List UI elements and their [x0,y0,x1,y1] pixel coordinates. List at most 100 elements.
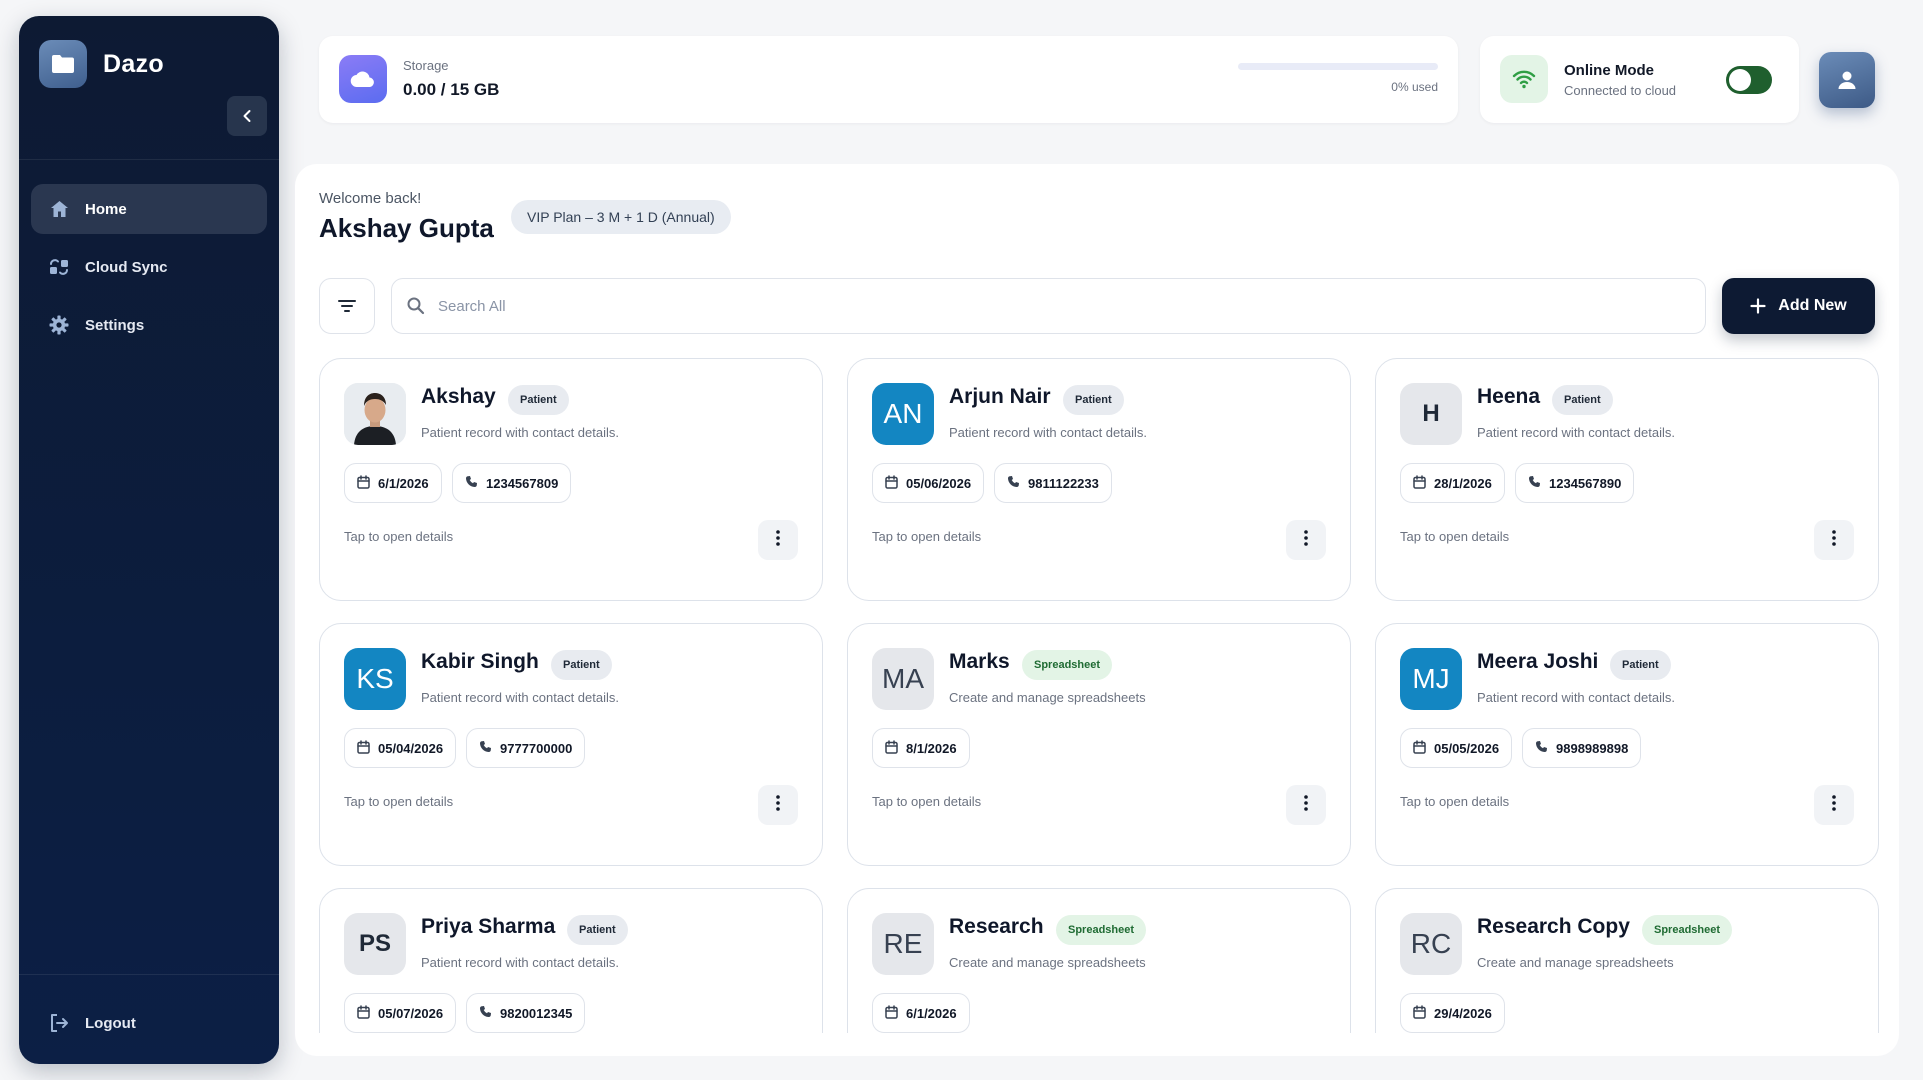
records-grid: Akshay Patient Patient record with contact… [319,358,1879,1033]
storage-label: Storage [403,58,449,73]
chevron-left-icon [243,110,251,122]
sidebar-divider [19,159,279,160]
record-date: 05/04/2026 [378,740,444,756]
sidebar-item-home[interactable]: Home [31,184,267,234]
sidebar-item-label: Cloud Sync [85,258,168,276]
date-chip: 05/04/2026 [344,728,457,768]
date-chip: 6/1/2026 [872,993,970,1033]
record-description: Patient record with contact details. [421,425,619,440]
more-options-button[interactable] [1814,785,1854,825]
storage-progress-bar [1238,63,1438,70]
record-phone: 9777700000 [500,740,573,756]
search-bar [391,278,1706,334]
record-card[interactable]: KS Kabir Singh Patient Patient record with … [319,623,823,866]
phone-chip: 9898989898 [1522,728,1642,768]
storage-used-text: 0% used [1391,80,1438,94]
record-date: 8/1/2026 [906,740,957,756]
online-mode-toggle[interactable] [1726,66,1772,94]
phone-chip: 9777700000 [466,728,586,768]
record-date: 05/07/2026 [378,1005,444,1021]
record-title: Akshay [421,385,496,408]
record-title: Meera Joshi [1477,650,1599,673]
search-input[interactable] [438,297,1638,315]
online-mode-card: Online Mode Connected to cloud [1480,36,1799,123]
record-card[interactable]: Akshay Patient Patient record with contact… [319,358,823,601]
avatar-photo [344,383,406,445]
kebab-menu-icon [1832,794,1836,816]
calendar-icon [1413,474,1426,492]
calendar-icon [885,474,898,492]
record-date: 05/05/2026 [1434,740,1500,756]
tap-hint: Tap to open details [872,529,982,544]
record-phone: 9811122233 [1028,475,1099,491]
user-name: Akshay Gupta [319,213,494,243]
phone-chip: 1234567809 [452,463,572,503]
storage-value: 0.00 / 15 GB [403,80,500,99]
calendar-icon [885,1004,898,1022]
record-card[interactable]: H Heena Patient Patient record with contact… [1375,358,1879,601]
record-phone: 9898989898 [1556,740,1629,756]
app-name: Dazo [103,49,164,78]
sidebar-item-cloud-sync[interactable]: Cloud Sync [31,242,267,292]
filter-button[interactable] [319,278,375,334]
kebab-menu-icon [776,529,780,551]
more-options-button[interactable] [758,520,798,560]
home-icon [49,199,69,219]
record-date: 28/1/2026 [1434,475,1492,491]
avatar: PS [344,913,406,975]
add-new-label: Add New [1778,297,1847,314]
gear-icon [49,315,69,335]
calendar-icon [1413,1004,1426,1022]
more-options-button[interactable] [1286,520,1326,560]
avatar: AN [872,383,934,445]
record-title: Research [949,915,1044,938]
collapse-sidebar-button[interactable] [227,96,267,136]
date-chip: 05/06/2026 [872,463,985,503]
storage-card: Storage 0.00 / 15 GB 0% used [319,36,1458,123]
record-description: Create and manage spreadsheets [949,955,1146,970]
main-panel: Welcome back! Akshay Gupta VIP Plan – 3 … [295,164,1899,1056]
record-card[interactable]: AN Arjun Nair Patient Patient record with c… [847,358,1351,601]
more-options-button[interactable] [1286,785,1326,825]
record-card[interactable]: MA Marks Spreadsheet Create and manage spre… [847,623,1351,866]
avatar: KS [344,648,406,710]
phone-chip: 1234567890 [1515,463,1635,503]
record-title: Research Copy [1477,915,1630,938]
more-options-button[interactable] [758,785,798,825]
phone-icon [479,1005,492,1021]
more-options-button[interactable] [1814,520,1854,560]
sidebar-divider [19,974,279,975]
kebab-menu-icon [1832,529,1836,551]
record-card[interactable]: MJ Meera Joshi Patient Patient record with … [1375,623,1879,866]
record-type-badge: Patient [1063,385,1124,415]
record-phone: 1234567809 [486,475,559,491]
brand: Dazo [39,40,164,88]
tap-hint: Tap to open details [1400,794,1510,809]
record-card[interactable]: PS Priya Sharma Patient Patient record with… [319,888,823,1033]
record-description: Create and manage spreadsheets [1477,955,1674,970]
cloud-sync-icon [49,257,69,277]
record-title: Heena [1477,385,1541,408]
add-new-button[interactable]: Add New [1722,278,1875,334]
plan-badge: VIP Plan – 3 M + 1 D (Annual) [511,200,731,234]
record-date: 29/4/2026 [1434,1005,1492,1021]
record-phone: 1234567890 [1549,475,1622,491]
record-type-badge: Patient [567,915,628,945]
record-description: Patient record with contact details. [949,425,1147,440]
sidebar-item-label: Settings [85,316,145,334]
phone-chip: 9820012345 [466,993,586,1033]
welcome-text: Welcome back! [319,190,422,207]
sidebar-item-label: Home [85,200,127,218]
avatar: MJ [1400,648,1462,710]
record-card[interactable]: RE Research Spreadsheet Create and manage s… [847,888,1351,1033]
kebab-menu-icon [1304,794,1308,816]
online-mode-subtitle: Connected to cloud [1564,83,1677,98]
user-icon [1838,71,1856,89]
sidebar-item-settings[interactable]: Settings [31,300,267,350]
profile-button[interactable] [1819,52,1875,108]
record-type-badge: Spreadsheet [1022,650,1113,680]
avatar: H [1400,383,1462,445]
record-card[interactable]: RC Research Copy Spreadsheet Create and man… [1375,888,1879,1033]
logout-button[interactable]: Logout [31,998,267,1048]
record-type-badge: Spreadsheet [1642,915,1733,945]
